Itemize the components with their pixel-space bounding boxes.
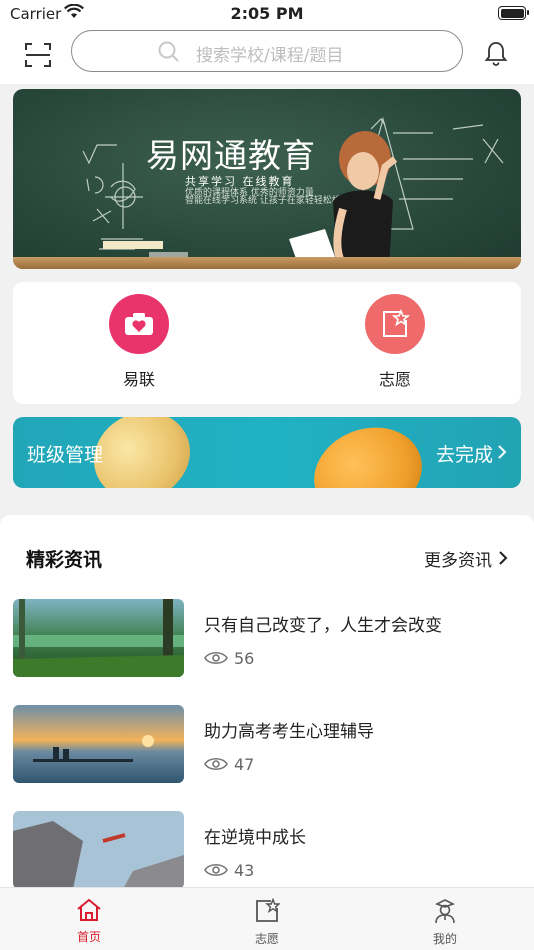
news-item[interactable]: 在逆境中成长 43 [13, 811, 523, 887]
bell-icon[interactable] [484, 40, 508, 66]
more-news-link[interactable]: 更多资讯 [424, 546, 492, 571]
news-title: 只有自己改变了，人生才会改变 [204, 616, 442, 636]
status-bar: Carrier 2:05 PM [0, 0, 534, 28]
clock: 2:05 PM [230, 4, 304, 23]
user-graduate-icon [435, 899, 455, 924]
quick-item-zhiyuan[interactable]: 志愿 [335, 294, 455, 390]
search-icon [158, 41, 179, 62]
tab-home[interactable]: 首页 [49, 898, 129, 945]
battery-icon [498, 6, 529, 20]
news-title: 助力高考考生心理辅导 [204, 722, 374, 742]
decor-egg [301, 417, 435, 488]
chalk-ledge [13, 257, 521, 269]
tab-label: 志愿 [254, 932, 279, 946]
tab-label: 我的 [432, 932, 457, 946]
news-title: 在逆境中成长 [204, 828, 306, 848]
top-bar: 搜索学校/课程/题目 [0, 28, 534, 84]
camera-heart-icon [109, 294, 169, 354]
search-placeholder: 搜索学校/课程/题目 [196, 46, 344, 66]
scan-icon[interactable] [24, 41, 52, 69]
quick-item-yilian[interactable]: 易联 [79, 294, 199, 390]
quick-item-label: 志愿 [378, 370, 411, 389]
tab-mine[interactable]: 我的 [405, 898, 485, 947]
quick-actions: 易联 志愿 [13, 282, 521, 404]
news-section: 精彩资讯 更多资讯 只有自己改变了，人生才会改变 56 助力高考考生心理辅导 4… [0, 515, 534, 887]
news-item[interactable]: 只有自己改变了，人生才会改变 56 [13, 599, 523, 677]
eye-icon [204, 757, 228, 771]
tab-label: 首页 [76, 930, 101, 944]
tab-bar: 首页 志愿 我的 [0, 887, 534, 950]
search-bar[interactable]: 搜索学校/课程/题目 [71, 30, 463, 72]
star-square-icon [365, 294, 425, 354]
promo-banner[interactable]: 优质的课程体系 优秀的师资力量 智能在线学习系统 让孩子在家轻轻松松提高学习 易… [13, 89, 521, 269]
chevron-right-icon[interactable] [498, 550, 508, 566]
star-square-icon [256, 897, 281, 922]
news-thumbnail [13, 599, 184, 677]
view-count: 56 [234, 649, 255, 668]
eye-icon [204, 651, 228, 665]
class-management-banner[interactable]: 班级管理 去完成 [13, 417, 521, 488]
news-item[interactable]: 助力高考考生心理辅导 47 [13, 705, 523, 783]
view-count: 43 [234, 861, 255, 880]
eye-icon [204, 863, 228, 877]
quick-item-label: 易联 [122, 370, 155, 389]
banner-subtitle: 共享学习 在线教育 [185, 175, 295, 188]
view-count: 47 [234, 755, 255, 774]
news-thumbnail [13, 811, 184, 887]
tab-zhiyuan[interactable]: 志愿 [227, 897, 307, 947]
class-management-title: 班级管理 [27, 444, 104, 466]
news-thumbnail [13, 705, 184, 783]
chevron-right-icon [498, 445, 507, 459]
news-header: 精彩资讯 [26, 549, 103, 571]
banner-brand: 易网通教育 [146, 136, 316, 175]
home-icon [77, 898, 101, 921]
class-management-action[interactable]: 去完成 [436, 440, 493, 467]
